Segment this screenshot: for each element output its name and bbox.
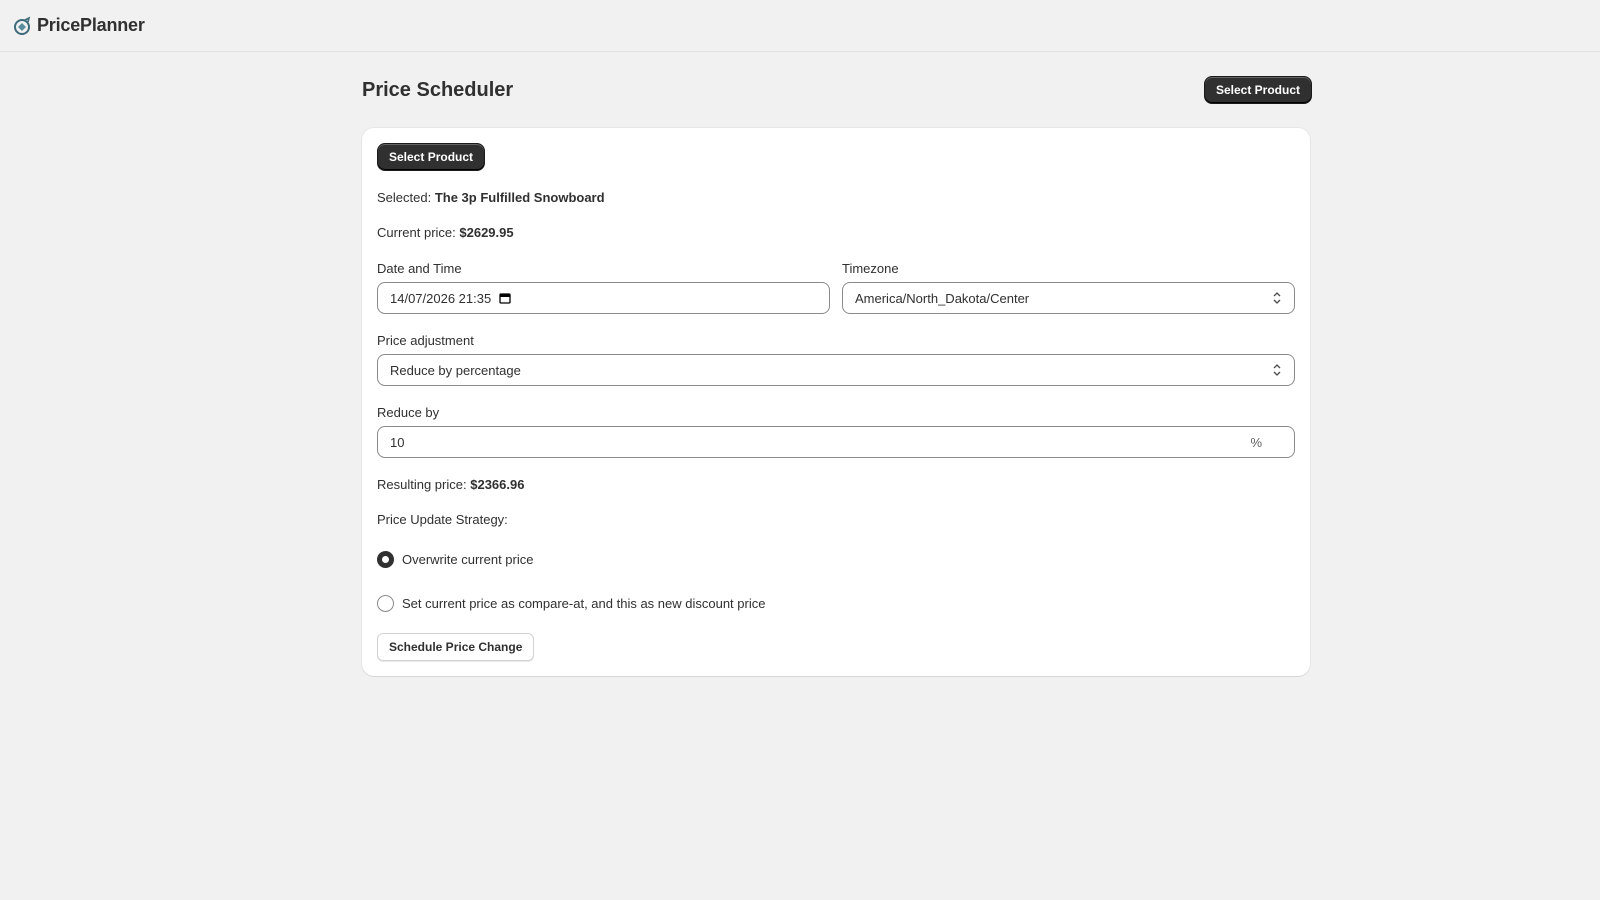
selected-product-name: The 3p Fulfilled Snowboard [434, 190, 605, 205]
adjustment-group: Price adjustment Reduce by percentage [377, 333, 1295, 386]
selected-product-row: Selected: The 3p Fulfilled Snowboard [377, 190, 1295, 205]
app-logo: PricePlanner [13, 15, 145, 36]
app-title: PricePlanner [37, 15, 145, 35]
timezone-value: America/North_Dakota/Center [855, 290, 1030, 306]
resulting-price-value: $2366.96 [470, 477, 525, 492]
timezone-label: Timezone [842, 261, 899, 276]
datetime-input[interactable]: 14/07/2026 21:35 [377, 282, 830, 314]
datetime-group: Date and Time 14/07/2026 21:35 [377, 261, 830, 314]
adjustment-value: Reduce by percentage [390, 362, 521, 378]
timezone-select[interactable]: America/North_Dakota/Center [842, 282, 1295, 314]
reduce-by-value: 10 [390, 434, 405, 450]
select-arrows-icon [1272, 363, 1282, 377]
scheduler-card: Select Product Selected: The 3p Fulfille… [362, 128, 1310, 676]
radio-overwrite[interactable] [377, 550, 394, 568]
adjustment-select[interactable]: Reduce by percentage [377, 354, 1295, 386]
current-price-row: Current price: $2629.95 [377, 225, 1295, 240]
reduce-by-group: Reduce by 10 % [377, 405, 1295, 458]
datetime-value: 14/07/2026 21:35 [390, 290, 492, 306]
current-price-label: Current price: [377, 225, 456, 240]
header-select-product-button[interactable]: Select Product [1203, 76, 1312, 104]
timezone-group: Timezone America/North_Dakota/Center [842, 261, 1295, 314]
strategy-label: Price Update Strategy: [377, 512, 508, 527]
page-header: Price Scheduler Select Product [362, 52, 1312, 128]
page-title: Price Scheduler [362, 78, 514, 101]
price-tag-icon [13, 16, 33, 36]
datetime-timezone-row: Date and Time 14/07/2026 21:35 Timezone … [377, 261, 1295, 314]
strategy-compare-at-option[interactable]: Set current price as compare-at, and thi… [377, 593, 1295, 613]
resulting-price-label: Resulting price: [377, 477, 467, 492]
adjustment-label: Price adjustment [377, 333, 474, 348]
datetime-label: Date and Time [377, 261, 462, 276]
schedule-price-change-button[interactable]: Schedule Price Change [377, 633, 535, 661]
reduce-by-label: Reduce by [377, 405, 440, 420]
strategy-overwrite-option[interactable]: Overwrite current price [377, 549, 1295, 569]
selected-label: Selected: [377, 190, 432, 205]
reduce-by-input[interactable]: 10 % [377, 426, 1295, 458]
top-bar: PricePlanner [0, 0, 1600, 52]
resulting-price-row: Resulting price: $2366.96 [377, 477, 1295, 492]
page-content: Price Scheduler Select Product Select Pr… [362, 52, 1312, 676]
percent-suffix: % [1250, 434, 1262, 450]
radio-compare-at[interactable] [377, 594, 394, 612]
strategy-compare-at-label: Set current price as compare-at, and thi… [402, 595, 766, 611]
select-product-button[interactable]: Select Product [377, 143, 486, 171]
current-price-value: $2629.95 [459, 225, 514, 240]
strategy-overwrite-label: Overwrite current price [402, 551, 534, 567]
calendar-icon[interactable] [499, 292, 511, 304]
select-arrows-icon [1272, 291, 1282, 305]
